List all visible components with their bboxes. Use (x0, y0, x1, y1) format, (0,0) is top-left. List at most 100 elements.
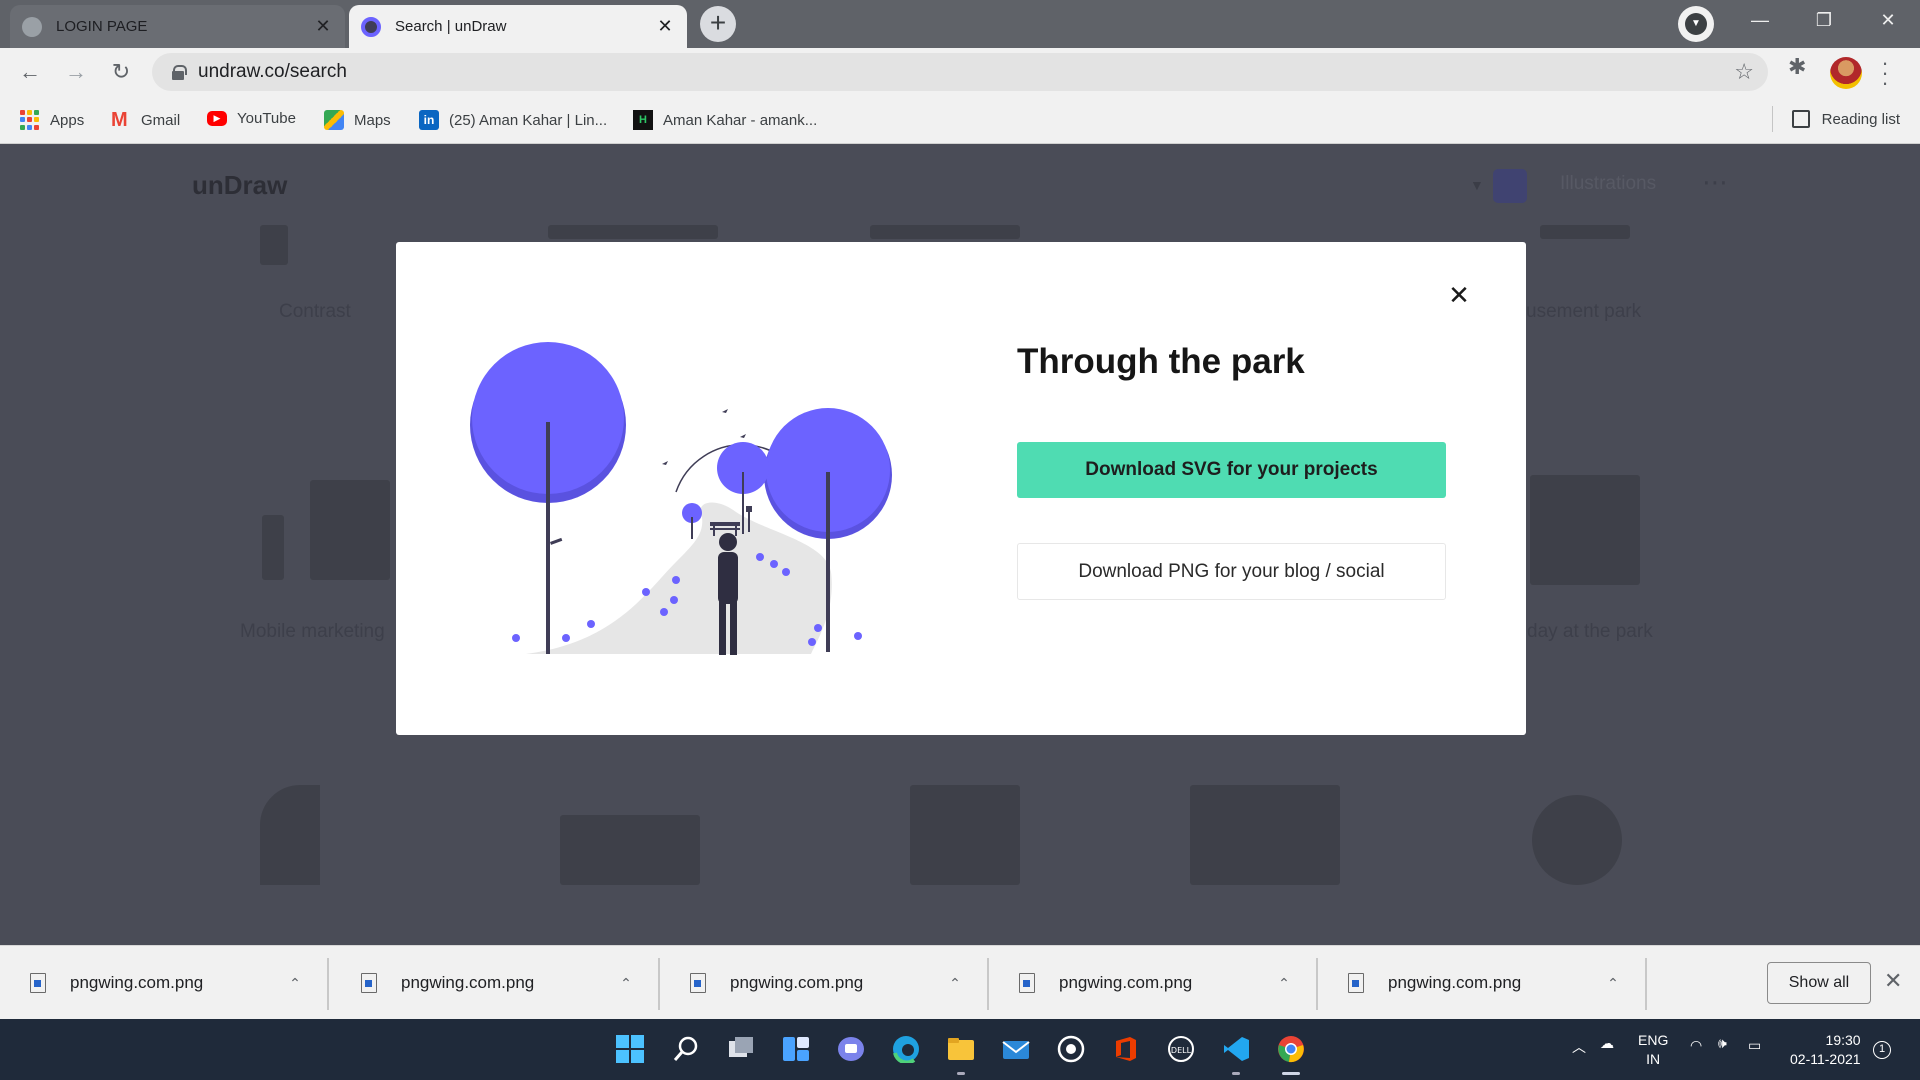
task-view-icon[interactable] (725, 1033, 757, 1065)
vscode-icon[interactable] (1220, 1033, 1252, 1075)
volume-icon[interactable]: 🕪 (1718, 1035, 1727, 1052)
windows-taskbar: DELL ︿ ☁ ENG IN ◠ 🕪 ▭ 19:30 02-11-2021 1 (0, 1019, 1920, 1080)
bookmark-label: Gmail (141, 111, 181, 129)
illustration-thumbnail (310, 480, 390, 580)
notification-badge-icon[interactable]: 1 (1873, 1041, 1891, 1059)
apps-grid-icon (20, 110, 40, 130)
teams-chat-icon[interactable] (835, 1033, 867, 1065)
illustration-label: Mobile marketing (240, 621, 385, 642)
back-button[interactable]: ← (12, 54, 48, 90)
download-item[interactable]: pngwing.com.png ⌃ (989, 946, 1318, 1020)
show-hidden-icons-chevron-icon[interactable]: ︿ (1572, 1037, 1586, 1057)
clock-date: 02-11-2021 (1790, 1051, 1861, 1067)
download-filename: pngwing.com.png (1388, 973, 1522, 992)
bookmark-label: YouTube (237, 110, 296, 127)
close-tab-icon[interactable]: ✕ (313, 16, 333, 37)
bookmark-label: Apps (50, 111, 85, 129)
start-windows-icon[interactable] (614, 1033, 646, 1065)
mail-icon[interactable] (1000, 1033, 1032, 1065)
bookmark-label: Aman Kahar - amank... (663, 111, 818, 129)
tab-undraw-search[interactable]: Search | unDraw ✕ (349, 5, 687, 48)
tab-login-page[interactable]: LOGIN PAGE ✕ (10, 5, 345, 48)
reload-button[interactable]: ↻ (103, 54, 139, 90)
through-the-park-illustration (470, 342, 892, 655)
battery-icon[interactable]: ▭ (1748, 1037, 1761, 1054)
url-text[interactable]: undraw.co/search (198, 61, 347, 83)
bookmarks-bar: Apps M Gmail ▶ YouTube Maps in (25) Aman… (0, 98, 1920, 144)
bookmark-youtube[interactable]: ▶ YouTube (207, 110, 296, 127)
system-clock[interactable]: 19:30 02-11-2021 (1790, 1031, 1861, 1069)
close-tab-icon[interactable]: ✕ (655, 16, 675, 37)
language-indicator[interactable]: ENG IN (1638, 1031, 1668, 1069)
restore-button[interactable]: ❐ (1792, 0, 1856, 40)
show-all-button[interactable]: Show all (1767, 962, 1871, 1004)
illustration-thumbnail (1190, 785, 1340, 885)
chevron-up-icon[interactable]: ⌃ (614, 975, 638, 992)
chevron-up-icon[interactable]: ⌃ (283, 975, 307, 992)
wifi-icon[interactable]: ◠ (1690, 1037, 1702, 1054)
chevron-up-icon[interactable]: ⌃ (1601, 975, 1625, 992)
download-item[interactable]: pngwing.com.png ⌃ (0, 946, 329, 1020)
bookmark-hashnode[interactable]: H Aman Kahar - amank... (633, 110, 817, 130)
region-code: IN (1646, 1051, 1661, 1067)
image-file-icon (690, 973, 706, 993)
reading-list-icon (1791, 110, 1810, 128)
chrome-icon[interactable] (1275, 1033, 1307, 1075)
file-explorer-icon[interactable] (945, 1033, 977, 1075)
address-bar[interactable]: undraw.co/search ☆ (152, 53, 1768, 91)
forward-button[interactable]: → (58, 54, 94, 90)
download-item[interactable]: pngwing.com.png ⌃ (660, 946, 989, 1020)
close-modal-icon[interactable]: ✕ (1444, 280, 1474, 310)
youtube-icon: ▶ (207, 111, 227, 126)
close-window-button[interactable]: ✕ (1856, 0, 1920, 40)
new-tab-button[interactable]: + (700, 6, 736, 42)
navigation-bar: ← → ↻ undraw.co/search ☆ (0, 48, 1920, 98)
bookmark-star-icon[interactable]: ☆ (1734, 59, 1754, 85)
profile-avatar[interactable] (1830, 57, 1862, 89)
minimize-button[interactable]: — (1728, 0, 1792, 40)
widgets-icon[interactable] (780, 1033, 812, 1065)
image-file-icon (361, 973, 377, 993)
divider (327, 958, 329, 1010)
close-downloads-icon[interactable]: ✕ (1884, 968, 1902, 994)
color-dropdown-icon: ▼ (1470, 177, 1484, 193)
illustration-thumbnail (260, 225, 288, 265)
bookmark-label: Maps (354, 111, 391, 129)
illustration-thumbnail (910, 785, 1020, 885)
more-menu-icon[interactable]: · · · (1880, 52, 1890, 94)
download-svg-button[interactable]: Download SVG for your projects (1017, 442, 1446, 498)
svg-text:DELL: DELL (1171, 1046, 1192, 1055)
reading-list-button[interactable]: Reading list (1791, 110, 1900, 128)
tab-strip: LOGIN PAGE ✕ Search | unDraw ✕ + ▼ — ❐ ✕ (0, 0, 1920, 48)
download-filename: pngwing.com.png (730, 973, 864, 992)
tab-title: Search | unDraw (395, 18, 507, 35)
dell-icon[interactable]: DELL (1165, 1033, 1197, 1065)
download-png-button[interactable]: Download PNG for your blog / social (1017, 543, 1446, 600)
bookmark-linkedin[interactable]: in (25) Aman Kahar | Lin... (419, 110, 607, 130)
chevron-down-icon: ▼ (1685, 13, 1707, 35)
illustration-label: usement park (1526, 301, 1642, 322)
edge-browser-icon[interactable] (890, 1033, 922, 1065)
undraw-favicon-icon (361, 16, 381, 37)
office-icon[interactable] (1110, 1033, 1142, 1065)
lock-icon[interactable] (172, 65, 187, 80)
extensions-icon[interactable]: ✱ (1788, 54, 1806, 80)
image-file-icon (1348, 973, 1364, 993)
search-icon[interactable] (670, 1033, 702, 1065)
tab-search-button[interactable]: ▼ (1678, 6, 1714, 42)
onedrive-cloud-icon[interactable]: ☁ (1600, 1035, 1614, 1052)
download-filename: pngwing.com.png (1059, 973, 1193, 992)
bookmark-gmail[interactable]: M Gmail (111, 110, 180, 130)
download-filename: pngwing.com.png (70, 973, 204, 992)
chevron-up-icon[interactable]: ⌃ (1272, 975, 1296, 992)
bookmark-maps[interactable]: Maps (324, 110, 391, 130)
download-item[interactable]: pngwing.com.png ⌃ (1318, 946, 1647, 1020)
download-item[interactable]: pngwing.com.png ⌃ (331, 946, 660, 1020)
illustration-thumbnail (548, 225, 718, 239)
linkedin-icon: in (419, 110, 439, 130)
bookmark-apps[interactable]: Apps (20, 110, 84, 130)
undraw-logo: unDraw (192, 170, 288, 200)
chevron-up-icon[interactable]: ⌃ (943, 975, 967, 992)
downloads-bar: pngwing.com.png ⌃ pngwing.com.png ⌃ pngw… (0, 945, 1920, 1019)
whatsapp-icon[interactable] (1055, 1033, 1087, 1065)
